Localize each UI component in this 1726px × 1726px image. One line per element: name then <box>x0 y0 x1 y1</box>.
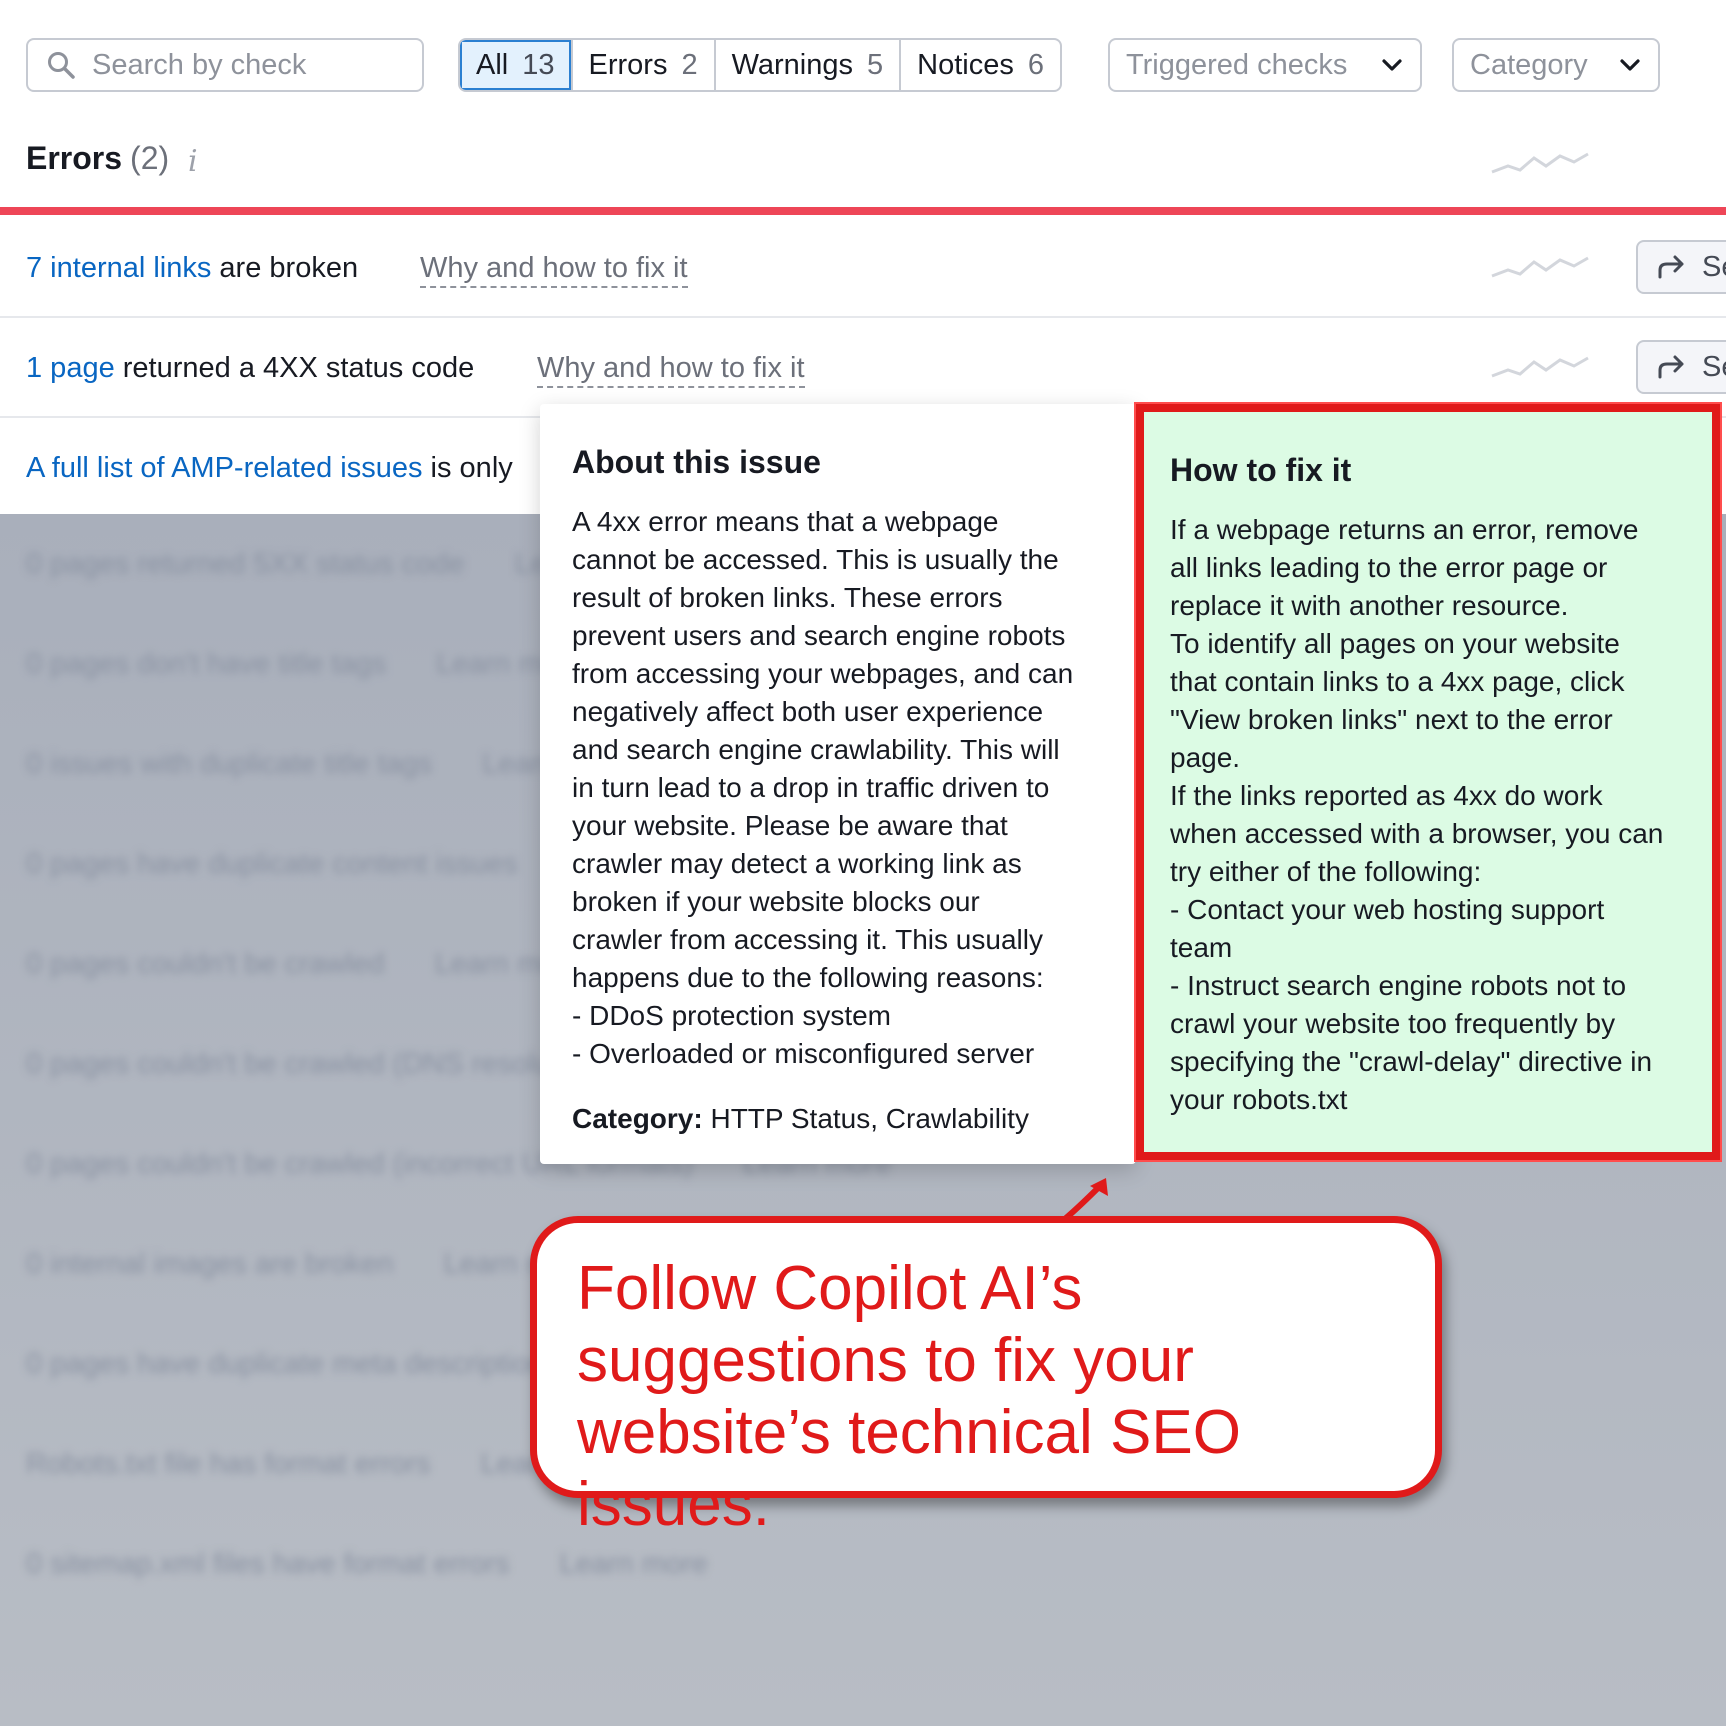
trend-sparkline <box>1491 356 1589 378</box>
blurred-issue-text: 0 pages couldn't be crawled <box>26 948 385 980</box>
section-title: Errors (2) <box>26 140 169 177</box>
blurred-issue-text: 0 pages returned 5XX status code <box>26 548 465 580</box>
why-and-how-link[interactable]: Why and how to fix it <box>537 352 805 388</box>
tab-count: 2 <box>681 48 698 81</box>
trend-sparkline <box>1491 256 1589 278</box>
tab-label: Notices <box>917 48 1014 81</box>
how-to-fix-title: How to fix it <box>1170 452 1352 488</box>
issue-link[interactable]: 7 internal links <box>26 252 211 284</box>
tab-count: 6 <box>1027 48 1044 81</box>
tab-label: All <box>476 48 509 81</box>
issue-row-text: 1 page returned a 4XX status code <box>26 352 474 385</box>
row-divider <box>0 316 1726 318</box>
tab-count: 5 <box>867 48 884 81</box>
issue-description: are broken <box>211 252 359 284</box>
search-box[interactable] <box>26 38 424 92</box>
how-to-fix-panel: How to fix it If a webpage returns an er… <box>1136 404 1720 1160</box>
trend-sparkline <box>1491 152 1589 174</box>
send-button[interactable]: Se <box>1636 340 1726 394</box>
blurred-issue-row: 0 sitemap.xml files have format errors Le… <box>26 1548 708 1581</box>
issue-description: is only <box>422 452 513 484</box>
issue-link[interactable]: 1 page <box>26 352 115 384</box>
section-title-text: Errors <box>26 140 123 176</box>
tab-errors[interactable]: Errors 2 <box>573 40 716 90</box>
tab-warnings[interactable]: Warnings 5 <box>716 40 902 90</box>
chevron-down-icon <box>1620 59 1640 71</box>
blurred-issue-text: 0 pages don't have title tags <box>26 648 387 680</box>
blurred-issue-row: 0 pages don't have title tags Learn more <box>26 648 585 681</box>
about-issue-panel: About this issue A 4xx error means that … <box>540 404 1136 1164</box>
callout-arrow-icon <box>1063 1178 1108 1221</box>
about-issue-title: About this issue <box>572 444 821 480</box>
callout-text: Follow Copilot AI’s suggestions to fix y… <box>577 1254 1241 1539</box>
blurred-issue-text: 0 pages have duplicate meta descriptions <box>26 1348 560 1380</box>
share-arrow-icon <box>1658 255 1684 279</box>
info-icon[interactable]: i <box>188 144 198 179</box>
tab-label: Errors <box>588 48 668 81</box>
blurred-issue-text: 0 pages have duplicate content issues <box>26 848 518 880</box>
errors-severity-bar <box>0 207 1726 215</box>
blurred-issue-text: 0 internal images are broken <box>26 1248 394 1280</box>
search-icon <box>48 52 75 79</box>
send-button-label: Se <box>1702 350 1726 383</box>
issue-category: Category: HTTP Status, Crawlability <box>572 1103 1104 1135</box>
category-value: HTTP Status, Crawlability <box>702 1103 1029 1134</box>
tab-notices[interactable]: Notices 6 <box>901 40 1060 90</box>
tab-count: 13 <box>522 48 555 81</box>
send-button-label: Se <box>1702 250 1726 283</box>
send-button[interactable]: Se <box>1636 240 1726 294</box>
issue-row-text: 7 internal links are broken <box>26 252 358 285</box>
tab-label: Warnings <box>731 48 854 81</box>
blurred-learn-more: Learn more <box>559 1548 708 1580</box>
severity-filter: All 13 Errors 2 Warnings 5 Notices 6 <box>458 38 1062 92</box>
how-to-fix-body: If a webpage returns an error, remove al… <box>1170 514 1664 1115</box>
blurred-issue-row: 0 pages couldn't be crawled Learn more <box>26 948 583 981</box>
issue-row-text: A full list of AMP-related issues is onl… <box>26 452 513 485</box>
issue-description: returned a 4XX status code <box>114 352 475 384</box>
tab-all[interactable]: All 13 <box>460 40 573 90</box>
dropdown-label: Category <box>1470 48 1588 81</box>
category-label: Category: <box>572 1103 703 1134</box>
blurred-issue-row: 0 internal images are broken Learn more <box>26 1248 592 1281</box>
dropdown-label: Triggered checks <box>1126 48 1348 81</box>
callout-bubble: Follow Copilot AI’s suggestions to fix y… <box>530 1216 1442 1539</box>
triggered-checks-dropdown[interactable]: Triggered checks <box>1108 38 1422 92</box>
blurred-issue-text: 0 issues with duplicate title tags <box>26 748 433 780</box>
search-input[interactable] <box>92 48 392 82</box>
section-count: (2) <box>130 140 170 176</box>
why-and-how-link[interactable]: Why and how to fix it <box>420 252 688 288</box>
blurred-issue-text: Robots.txt file has format errors <box>26 1448 431 1480</box>
issue-link[interactable]: A full list of AMP-related issues <box>26 452 423 484</box>
about-issue-body: A 4xx error means that a webpage cannot … <box>572 506 1074 1069</box>
category-dropdown[interactable]: Category <box>1452 38 1660 92</box>
share-arrow-icon <box>1658 355 1684 379</box>
blurred-issue-text: 0 sitemap.xml files have format errors <box>26 1548 510 1580</box>
chevron-down-icon <box>1382 59 1402 71</box>
